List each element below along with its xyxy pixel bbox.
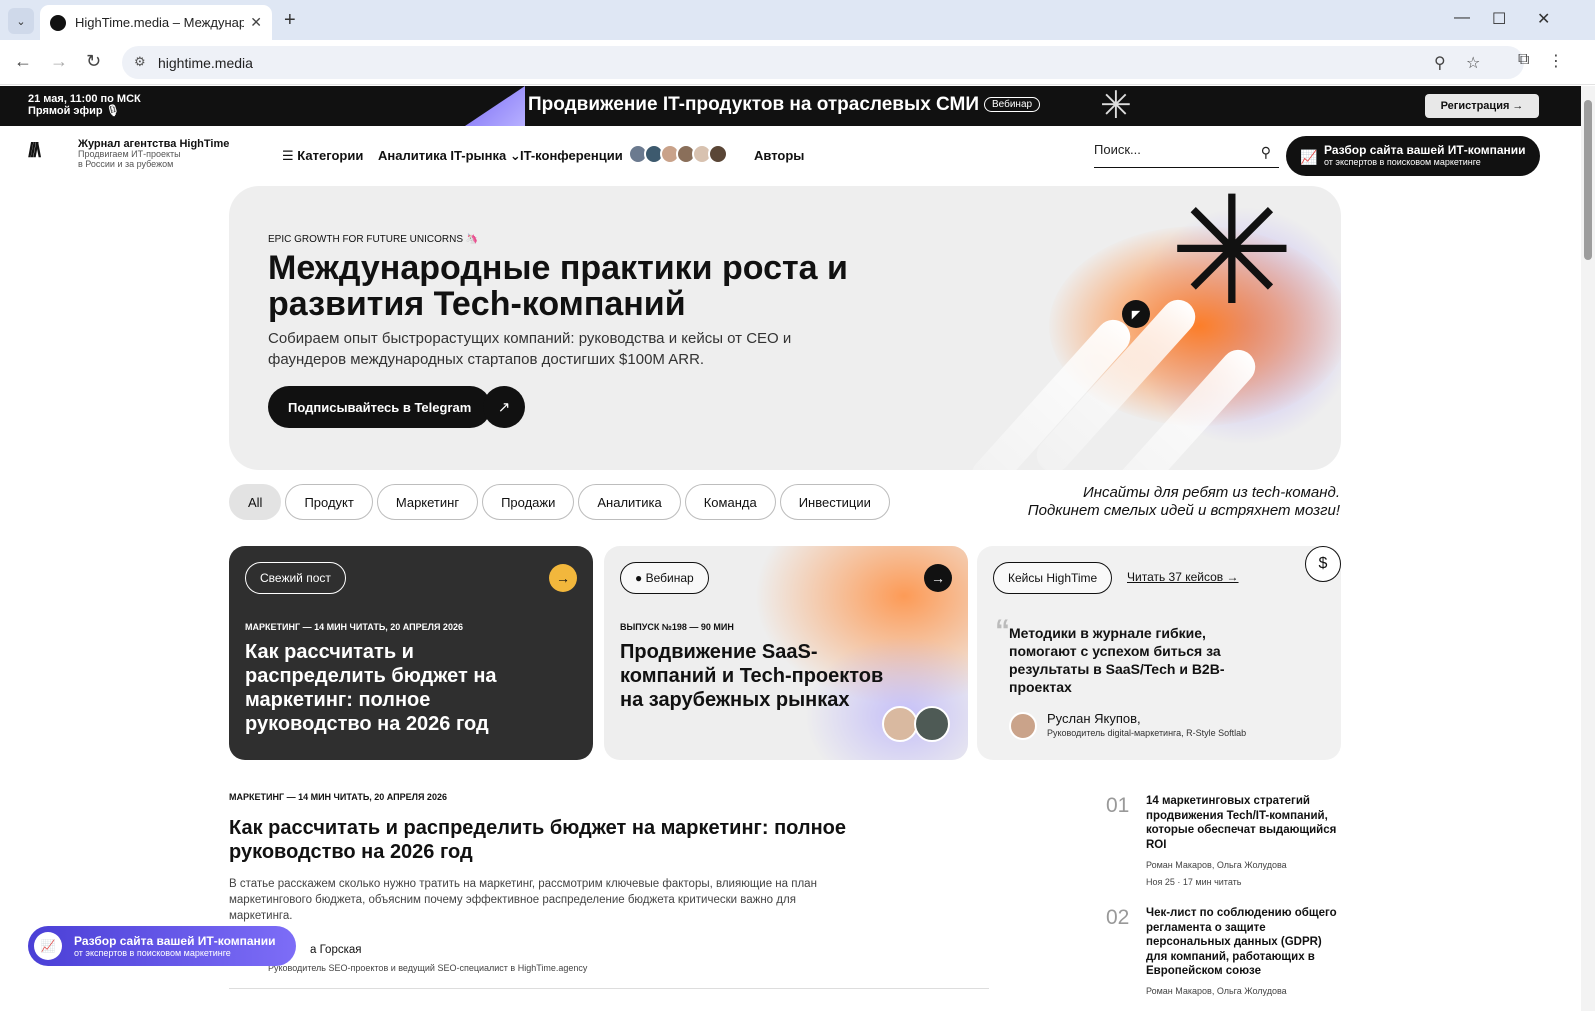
promo-badge: Вебинар	[984, 97, 1041, 112]
sidebar-authors: Роман Макаров, Ольга Жолудова	[1146, 986, 1287, 996]
arrow-right-icon[interactable]: →	[549, 564, 577, 592]
back-arrow-icon[interactable]: ←	[14, 51, 32, 72]
logo-icon[interactable]: ///\	[28, 140, 41, 163]
window-minimize-button[interactable]: —	[1454, 9, 1470, 27]
card-title[interactable]: Продвижение SaaS-компаний и Tech-проекто…	[620, 640, 910, 712]
speaker-avatar	[914, 706, 950, 742]
chip-investments[interactable]: Инвестиции	[779, 484, 890, 520]
tab-search-button[interactable]: ⌄	[8, 8, 34, 34]
site-audit-button[interactable]: 📈 Разбор сайта вашей ИТ-компании от эксп…	[1286, 136, 1540, 176]
card-cases[interactable]: Кейсы HighTime Читать 37 кейсов → “ Мето…	[977, 546, 1341, 760]
reload-icon[interactable]: ↻	[86, 51, 101, 72]
hero-lead: Собираем опыт быстрорастущих компаний: р…	[268, 330, 792, 368]
tab-close-icon[interactable]: ✕	[250, 14, 262, 31]
page-scrollbar[interactable]	[1581, 86, 1595, 1011]
chip-team[interactable]: Команда	[684, 484, 776, 520]
testimonial-quote: Методики в журнале гибкие, помогают с ус…	[1009, 625, 1225, 695]
hero-kicker: EPIC GROWTH FOR FUTURE UNICORNS 🦄	[268, 234, 479, 245]
arrow-right-icon[interactable]: →	[924, 564, 952, 592]
article-excerpt: В статье расскажем сколько нужно тратить…	[229, 878, 817, 922]
brand-text[interactable]: Журнал агентства HighTime Продвигаем ИТ-…	[78, 139, 229, 170]
tagline: Инсайты для ребят из tech-команд. Подкин…	[1027, 484, 1340, 519]
browser-tab[interactable]: HighTime.media – Междунаро ✕	[40, 5, 272, 40]
speaker-avatar	[882, 706, 918, 742]
spark-decoration-icon: ✳	[1169, 186, 1295, 335]
chip-product[interactable]: Продукт	[285, 484, 373, 520]
zoom-icon[interactable]: ⚲	[1434, 53, 1446, 73]
chip-analytics[interactable]: Аналитика	[578, 484, 681, 520]
cases-link[interactable]: Читать 37 кейсов →	[1127, 570, 1239, 584]
chip-marketing[interactable]: Маркетинг	[376, 484, 479, 520]
forward-arrow-icon[interactable]: →	[50, 51, 68, 72]
window-maximize-button[interactable]: ☐	[1492, 9, 1506, 29]
promo-decoration	[465, 86, 525, 126]
card-meta: МАРКЕТИНГ — 14 МИН ЧИТАТЬ, 20 АПРЕЛЯ 202…	[245, 622, 463, 632]
sidebar-number: 02	[1106, 906, 1130, 929]
floating-audit-button[interactable]: 📈 Разбор сайта вашей ИТ-компании от эксп…	[28, 926, 296, 966]
promo-bar[interactable]: 21 мая, 11:00 по МСК Прямой эфир 🎙 Продв…	[0, 86, 1581, 126]
card-pill: Свежий пост	[245, 562, 346, 594]
sidebar-title[interactable]: Чек-лист по соблюдению общего регламента…	[1146, 906, 1346, 979]
search-placeholder: Поиск...	[1094, 142, 1141, 157]
hero-banner: ◤ ✳ EPIC GROWTH FOR FUTURE UNICORNS 🦄 Ме…	[229, 186, 1341, 470]
authors-avatars[interactable]	[628, 144, 728, 164]
card-pill[interactable]: Кейсы HighTime	[993, 562, 1113, 594]
card-fresh-post[interactable]: Свежий пост → МАРКЕТИНГ — 14 МИН ЧИТАТЬ,…	[229, 546, 593, 760]
menu-analytics[interactable]: Аналитика IT-рынка ⌄	[378, 148, 521, 164]
sidebar-authors: Роман Макаров, Ольга Жолудова	[1146, 860, 1287, 870]
spark-decoration-icon: ✳	[1100, 86, 1132, 127]
hero-arrow-icon: ◤	[1122, 300, 1150, 328]
register-button[interactable]: Регистрация →	[1425, 94, 1539, 118]
sidebar-title[interactable]: 14 маркетинговых стратегий продвижения T…	[1146, 794, 1346, 852]
address-bar[interactable]: ⚙ hightime.media ⚲ ☆	[122, 46, 1524, 79]
avatar	[708, 144, 728, 164]
extensions-icon[interactable]: ⧉	[1518, 51, 1529, 69]
chart-icon: 📈	[34, 932, 62, 960]
card-meta: ВЫПУСК №198 — 90 МИН	[620, 622, 734, 632]
article-author-role: Руководитель SEO-проектов и ведущий SEO-…	[268, 963, 588, 973]
telegram-subscribe-button[interactable]: Подписывайтесь в Telegram	[268, 386, 492, 428]
browser-toolbar: ← → ↻ ⚙ hightime.media ⚲ ☆ ⧉ ⋮	[0, 40, 1595, 85]
menu-conferences[interactable]: IT-конференции ⌄	[520, 148, 637, 164]
article-title[interactable]: Как рассчитать и распределить бюджет на …	[229, 816, 849, 864]
search-input[interactable]: Поиск... ⚲	[1094, 142, 1279, 168]
sidebar-date: Ноя 25 · 17 мин читать	[1146, 877, 1242, 887]
site-favicon-icon	[50, 14, 66, 31]
tab-title: HighTime.media – Междунаро	[75, 15, 245, 30]
webpage: 21 мая, 11:00 по МСК Прямой эфир 🎙 Продв…	[0, 86, 1581, 1011]
promo-date: 21 мая, 11:00 по МСК Прямой эфир 🎙	[28, 93, 141, 117]
testimonial-role: Руководитель digital-маркетинга, R-Style…	[1047, 728, 1247, 738]
testimonial-author: Руслан Якупов,	[1047, 711, 1141, 726]
hero-title: Международные практики роста и развития …	[268, 249, 848, 323]
promo-title: Продвижение IT-продуктов на отраслевых С…	[528, 94, 980, 115]
card-pill: ● Вебинар	[620, 562, 709, 594]
divider	[229, 988, 989, 989]
external-arrow-icon[interactable]: ↗	[483, 386, 525, 428]
site-header: ///\ Журнал агентства HighTime Продвигае…	[0, 126, 1581, 186]
filter-chips: All Продукт Маркетинг Продажи Аналитика …	[229, 484, 894, 520]
url-text: hightime.media	[158, 54, 253, 71]
quote-icon: “	[995, 614, 1010, 647]
site-info-icon[interactable]: ⚙	[134, 54, 146, 70]
chip-sales[interactable]: Продажи	[482, 484, 575, 520]
menu-categories[interactable]: ☰ Категории	[282, 148, 363, 164]
browser-menu-icon[interactable]: ⋮	[1548, 51, 1564, 71]
card-webinar[interactable]: ● Вебинар → ВЫПУСК №198 — 90 МИН Продвиж…	[604, 546, 968, 760]
window-close-button[interactable]: ✕	[1537, 9, 1550, 29]
bookmark-star-icon[interactable]: ☆	[1466, 53, 1480, 73]
chip-all[interactable]: All	[229, 484, 282, 520]
new-tab-button[interactable]: +	[284, 9, 296, 32]
dollar-icon[interactable]: $	[1305, 546, 1341, 582]
menu-authors[interactable]: Авторы	[754, 148, 804, 163]
scrollbar-thumb[interactable]	[1584, 100, 1592, 260]
sidebar-number: 01	[1106, 794, 1130, 817]
card-title[interactable]: Как рассчитать и распределить бюджет на …	[245, 640, 535, 736]
article-author[interactable]: а Горская	[310, 944, 362, 956]
chart-icon: 📈	[1300, 149, 1318, 165]
browser-tab-strip: ⌄ HighTime.media – Междунаро ✕ + — ☐ ✕	[0, 0, 1595, 40]
avatar	[1009, 712, 1037, 740]
search-icon[interactable]: ⚲	[1261, 144, 1271, 161]
article-meta: МАРКЕТИНГ — 14 МИН ЧИТАТЬ, 20 АПРЕЛЯ 202…	[229, 792, 447, 802]
